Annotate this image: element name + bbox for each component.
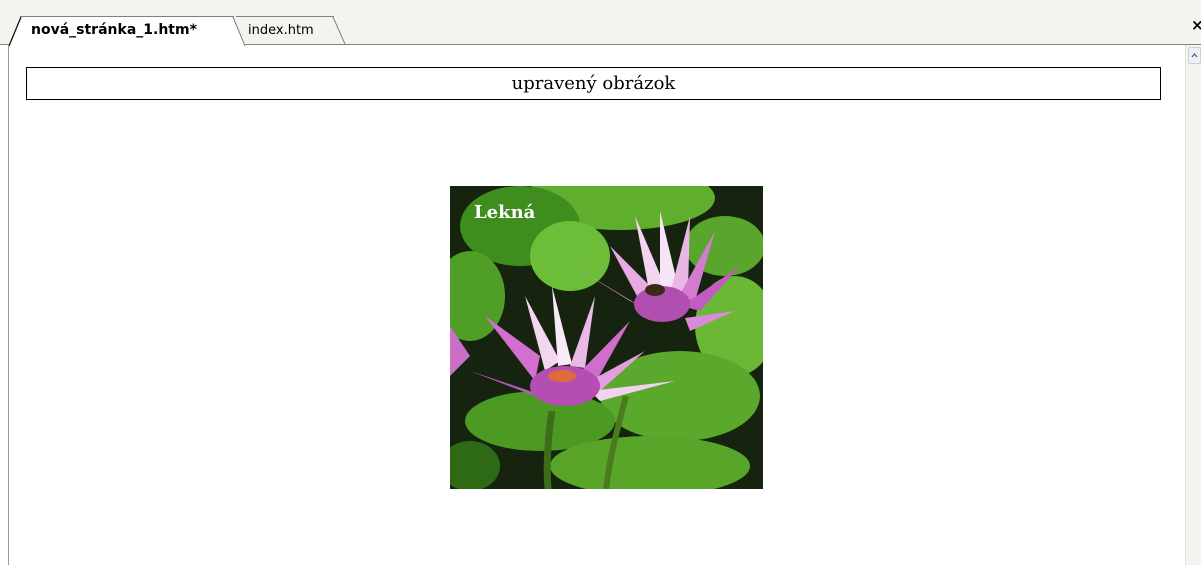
tab-right-edge	[332, 17, 346, 45]
tab-left-edge	[8, 17, 22, 46]
editor-left-border	[8, 45, 9, 565]
image-caption: Lekná	[474, 202, 536, 223]
water-lily-image[interactable]: Lekná	[450, 186, 763, 489]
scroll-up-button[interactable]	[1188, 47, 1201, 64]
tab-label: nová_stránka_1.htm*	[31, 22, 197, 38]
tab-label: index.htm	[248, 23, 314, 38]
tab-nova-stranka[interactable]: nová_stránka_1.htm*	[8, 16, 246, 46]
tab-right-edge	[232, 17, 246, 46]
close-document-icon[interactable]: ×	[1191, 18, 1201, 33]
page-heading-text: upravený obrázok	[511, 73, 676, 94]
scroll-up-arrow-icon	[1191, 52, 1198, 58]
water-lily-photo-art	[450, 186, 763, 489]
document-tab-bar: nová_stránka_1.htm* index.htm ×	[0, 0, 1201, 46]
page-heading-cell: upravený obrázok	[26, 67, 1161, 100]
tab-index[interactable]: index.htm	[236, 16, 346, 45]
vertical-scrollbar[interactable]	[1185, 45, 1201, 565]
